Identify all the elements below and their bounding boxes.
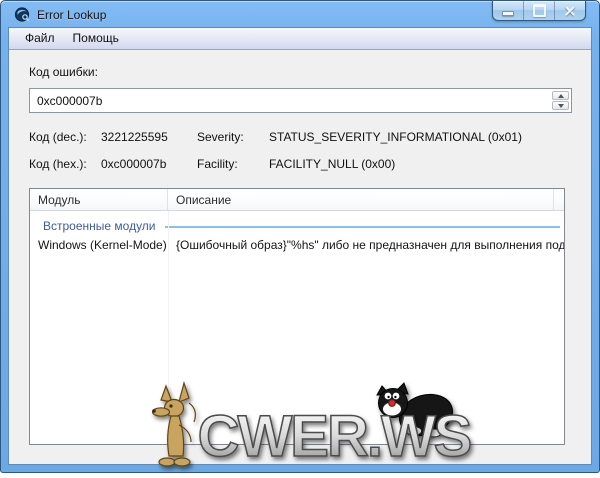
titlebar[interactable]: Error Lookup bbox=[1, 1, 599, 28]
minimize-icon bbox=[502, 11, 514, 16]
modules-listview: Модуль Описание Встроенные модули Window… bbox=[29, 188, 565, 445]
screen: { "window": { "title": "Error Lookup", "… bbox=[0, 0, 600, 473]
code-details: Код (dec.): 3221225595 Severity: STATUS_… bbox=[29, 130, 591, 171]
app-icon bbox=[14, 6, 30, 22]
listview-group-header[interactable]: Встроенные модули bbox=[30, 219, 564, 233]
column-header-description[interactable]: Описание bbox=[168, 189, 554, 210]
menu-file[interactable]: Файл bbox=[16, 28, 64, 49]
error-code-field-wrap bbox=[29, 88, 572, 113]
dec-label: Код (dec.): bbox=[29, 130, 101, 144]
description-cell: {Ошибочный образ}"%hs" либо не предназна… bbox=[168, 238, 564, 252]
facility-value: FACILITY_NULL (0x00) bbox=[269, 157, 591, 171]
close-icon bbox=[565, 6, 575, 16]
client-area: Файл Помощь Код ошибки: Код (dec.): 3221… bbox=[9, 28, 591, 464]
group-label: Встроенные модули bbox=[43, 219, 156, 233]
dec-value: 3221225595 bbox=[101, 130, 197, 144]
app-window: Error Lookup Файл Помощь Код ошибки: Код… bbox=[0, 0, 600, 473]
arrow-down-icon bbox=[558, 104, 564, 108]
column-header-filler bbox=[554, 189, 564, 210]
maximize-button[interactable] bbox=[523, 1, 554, 20]
menu-help[interactable]: Помощь bbox=[64, 28, 128, 49]
close-button[interactable] bbox=[554, 1, 585, 20]
module-cell: Windows (Kernel-Mode) bbox=[30, 238, 168, 252]
severity-label: Severity: bbox=[197, 130, 269, 144]
hex-label: Код (hex.): bbox=[29, 157, 101, 171]
table-row[interactable]: Windows (Kernel-Mode) {Ошибочный образ}"… bbox=[30, 238, 564, 252]
error-code-input[interactable] bbox=[30, 89, 556, 112]
group-header-line bbox=[165, 226, 560, 228]
spinner bbox=[552, 91, 569, 110]
minimize-button[interactable] bbox=[493, 1, 523, 20]
spin-down-button[interactable] bbox=[552, 101, 569, 110]
window-controls bbox=[492, 0, 586, 21]
spin-up-button[interactable] bbox=[552, 91, 569, 100]
arrow-up-icon bbox=[558, 94, 564, 98]
column-separator-line bbox=[168, 211, 169, 444]
column-header-module[interactable]: Модуль bbox=[30, 189, 168, 210]
error-code-label: Код ошибки: bbox=[29, 65, 591, 79]
severity-value: STATUS_SEVERITY_INFORMATIONAL (0x01) bbox=[269, 130, 591, 144]
maximize-icon bbox=[533, 4, 546, 17]
facility-label: Facility: bbox=[197, 157, 269, 171]
window-title: Error Lookup bbox=[37, 8, 106, 22]
listview-header: Модуль Описание bbox=[30, 189, 564, 211]
hex-value: 0xc000007b bbox=[101, 157, 197, 171]
menu-bar: Файл Помощь bbox=[9, 28, 591, 50]
